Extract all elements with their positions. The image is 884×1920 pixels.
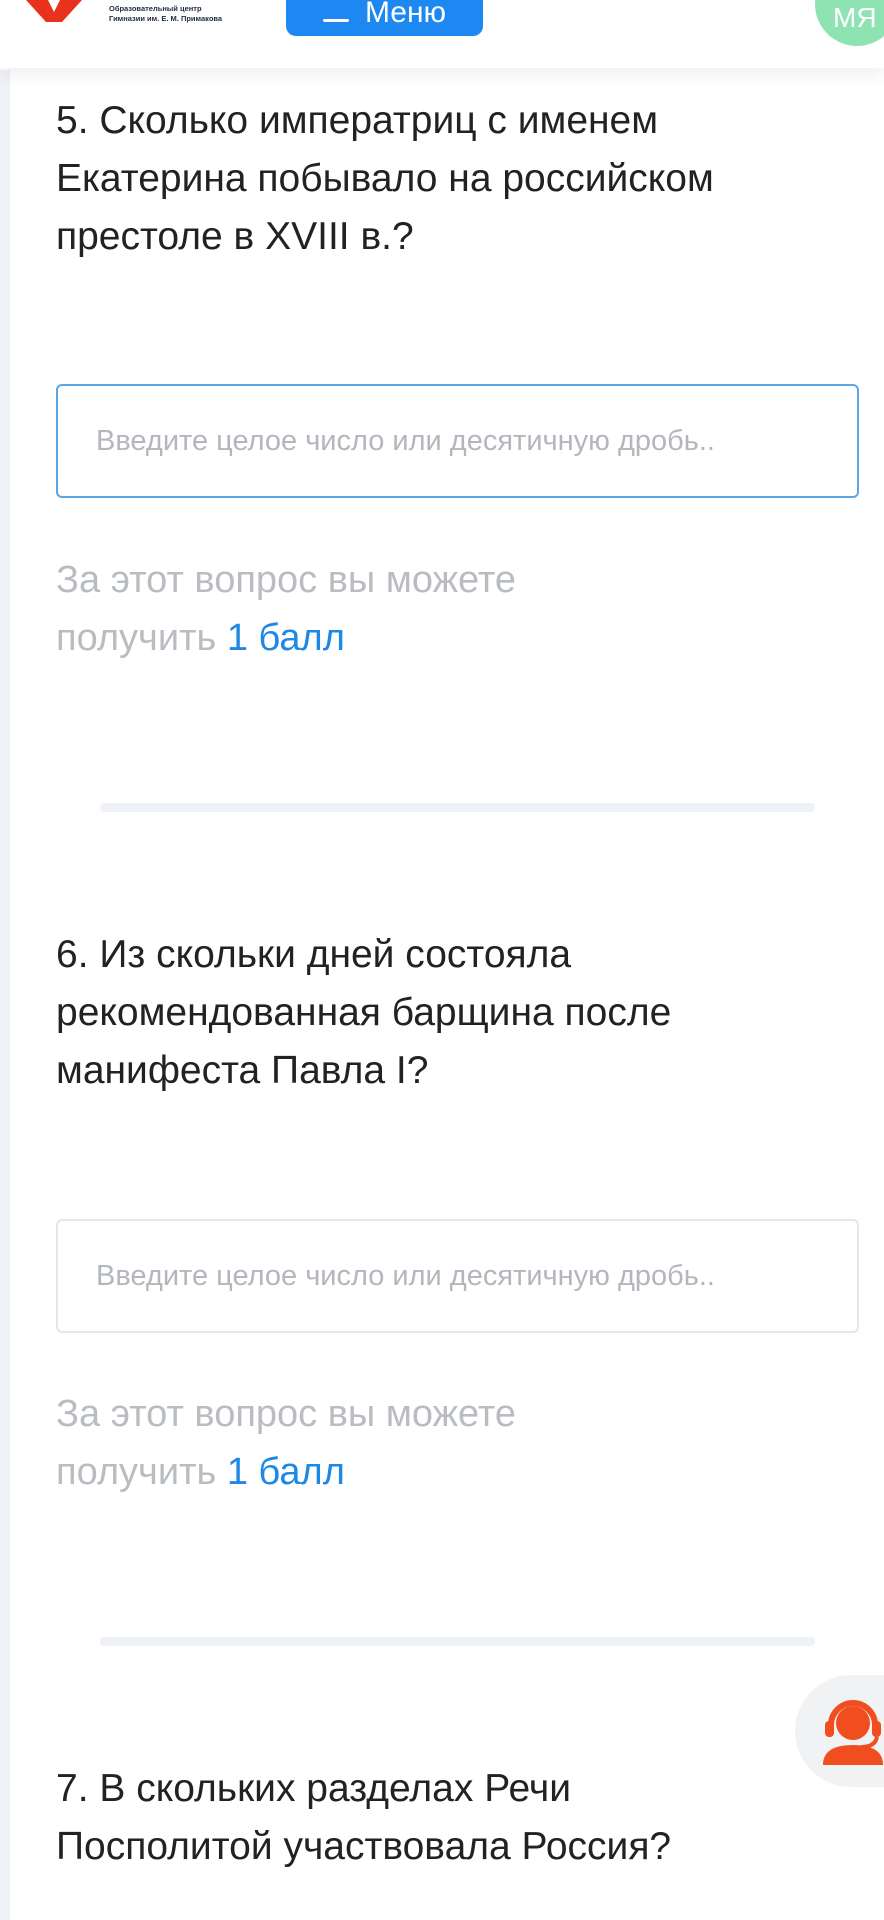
question-6-score-note: За этот вопрос вы можете получить 1 балл — [56, 1385, 656, 1501]
question-5-score-value: 1 балл — [226, 617, 345, 659]
page: Образовательный центр Гимназии им. Е. М.… — [0, 0, 884, 1920]
question-7-title: 7. В скольких разделах Речи Посполитой у… — [56, 1767, 672, 1868]
top-header: Образовательный центр Гимназии им. Е. М.… — [0, 0, 884, 68]
question-6-answer-input[interactable] — [56, 1219, 859, 1333]
menu-button[interactable]: Меню — [286, 0, 483, 36]
question-7: 7. В скольких разделах Речи Посполитой у… — [56, 1760, 796, 1876]
red-v-logo-icon[interactable] — [26, 0, 82, 22]
headset-operator-icon — [823, 1700, 883, 1765]
logo-caption: Образовательный центр Гимназии им. Е. М.… — [109, 4, 222, 24]
hamburger-icon — [322, 19, 349, 22]
logo-line-1: Образовательный центр — [109, 4, 202, 13]
question-divider — [100, 803, 815, 812]
question-5: 5. Сколько императриц с именем Екатерина… — [56, 92, 796, 266]
menu-label: Меню — [364, 0, 447, 29]
question-5-answer-input[interactable] — [56, 384, 859, 498]
user-avatar[interactable]: МЯ — [815, 0, 884, 46]
question-6-title: 6. Из скольки дней состояла рекомендован… — [56, 933, 672, 1092]
question-5-score-note: За этот вопрос вы можете получить 1 балл — [56, 551, 656, 667]
question-5-title: 5. Сколько императриц с именем Екатерина… — [56, 99, 714, 258]
support-chat-button[interactable] — [795, 1675, 884, 1787]
logo-line-2: Гимназии им. Е. М. Примакова — [109, 14, 223, 23]
question-6-score-value: 1 балл — [226, 1451, 345, 1493]
left-rail — [0, 70, 10, 1920]
question-6: 6. Из скольки дней состояла рекомендован… — [56, 926, 796, 1100]
avatar-initials: МЯ — [833, 2, 877, 33]
question-divider — [100, 1637, 815, 1646]
